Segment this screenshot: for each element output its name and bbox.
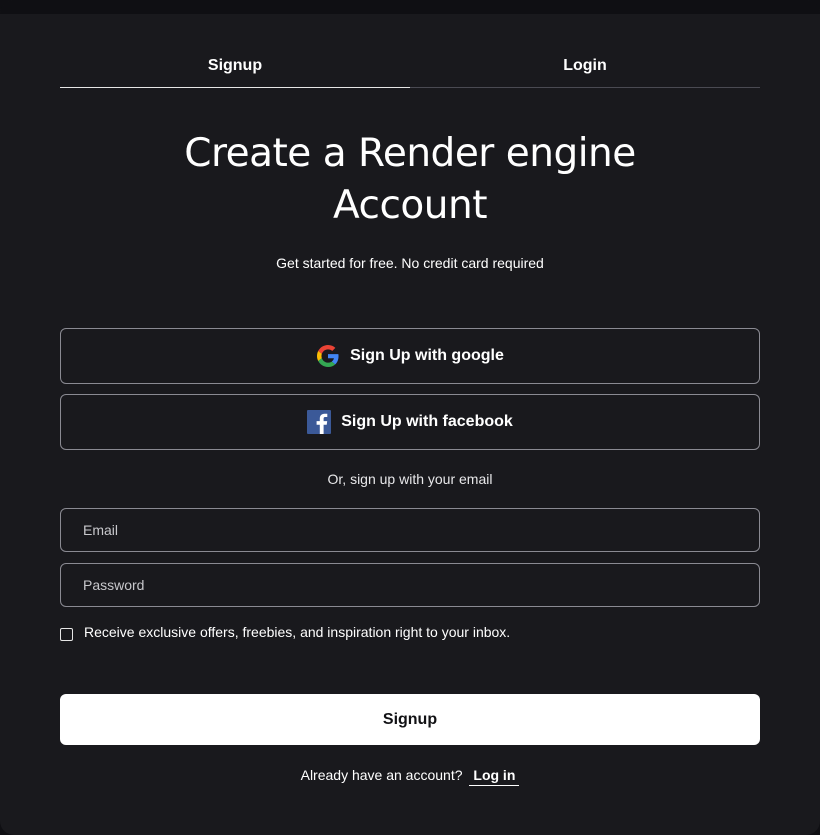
login-prompt-text: Already have an account? — [300, 767, 463, 783]
page-title-line-2: Account — [333, 183, 487, 228]
page-title-line-1: Create a Render engine — [184, 131, 636, 176]
newsletter-label: Receive exclusive offers, freebies, and … — [84, 624, 511, 640]
tab-login[interactable]: Login — [410, 48, 760, 88]
login-link[interactable]: Log in — [469, 767, 520, 786]
signup-submit-button[interactable]: Signup — [60, 694, 760, 745]
password-field[interactable] — [60, 563, 760, 607]
facebook-signup-button[interactable]: Sign Up with facebook — [60, 394, 760, 450]
page-subtitle: Get started for free. No credit card req… — [276, 255, 544, 271]
google-signup-button[interactable]: Sign Up with google — [60, 328, 760, 384]
login-prompt: Already have an account? Log in — [60, 766, 760, 786]
tab-login-label: Login — [563, 57, 607, 74]
tab-signup-label: Signup — [207, 57, 263, 74]
tab-signup[interactable]: Signup — [60, 48, 410, 88]
email-field[interactable] — [60, 508, 760, 552]
google-icon — [316, 344, 340, 368]
signup-card: Signup Login Create a Render engine Acco… — [0, 0, 820, 835]
email-divider-text: Or, sign up with your email — [327, 471, 493, 487]
newsletter-option: Receive exclusive offers, freebies, and … — [60, 624, 530, 641]
facebook-icon — [307, 410, 332, 434]
facebook-signup-label: Sign Up with facebook — [341, 413, 513, 430]
auth-tabs: Signup Login — [60, 48, 760, 88]
page-title: Create a Render engine Account — [60, 128, 760, 232]
top-band — [0, 0, 820, 14]
google-signup-label: Sign Up with google — [350, 347, 504, 364]
newsletter-checkbox[interactable] — [60, 628, 73, 641]
